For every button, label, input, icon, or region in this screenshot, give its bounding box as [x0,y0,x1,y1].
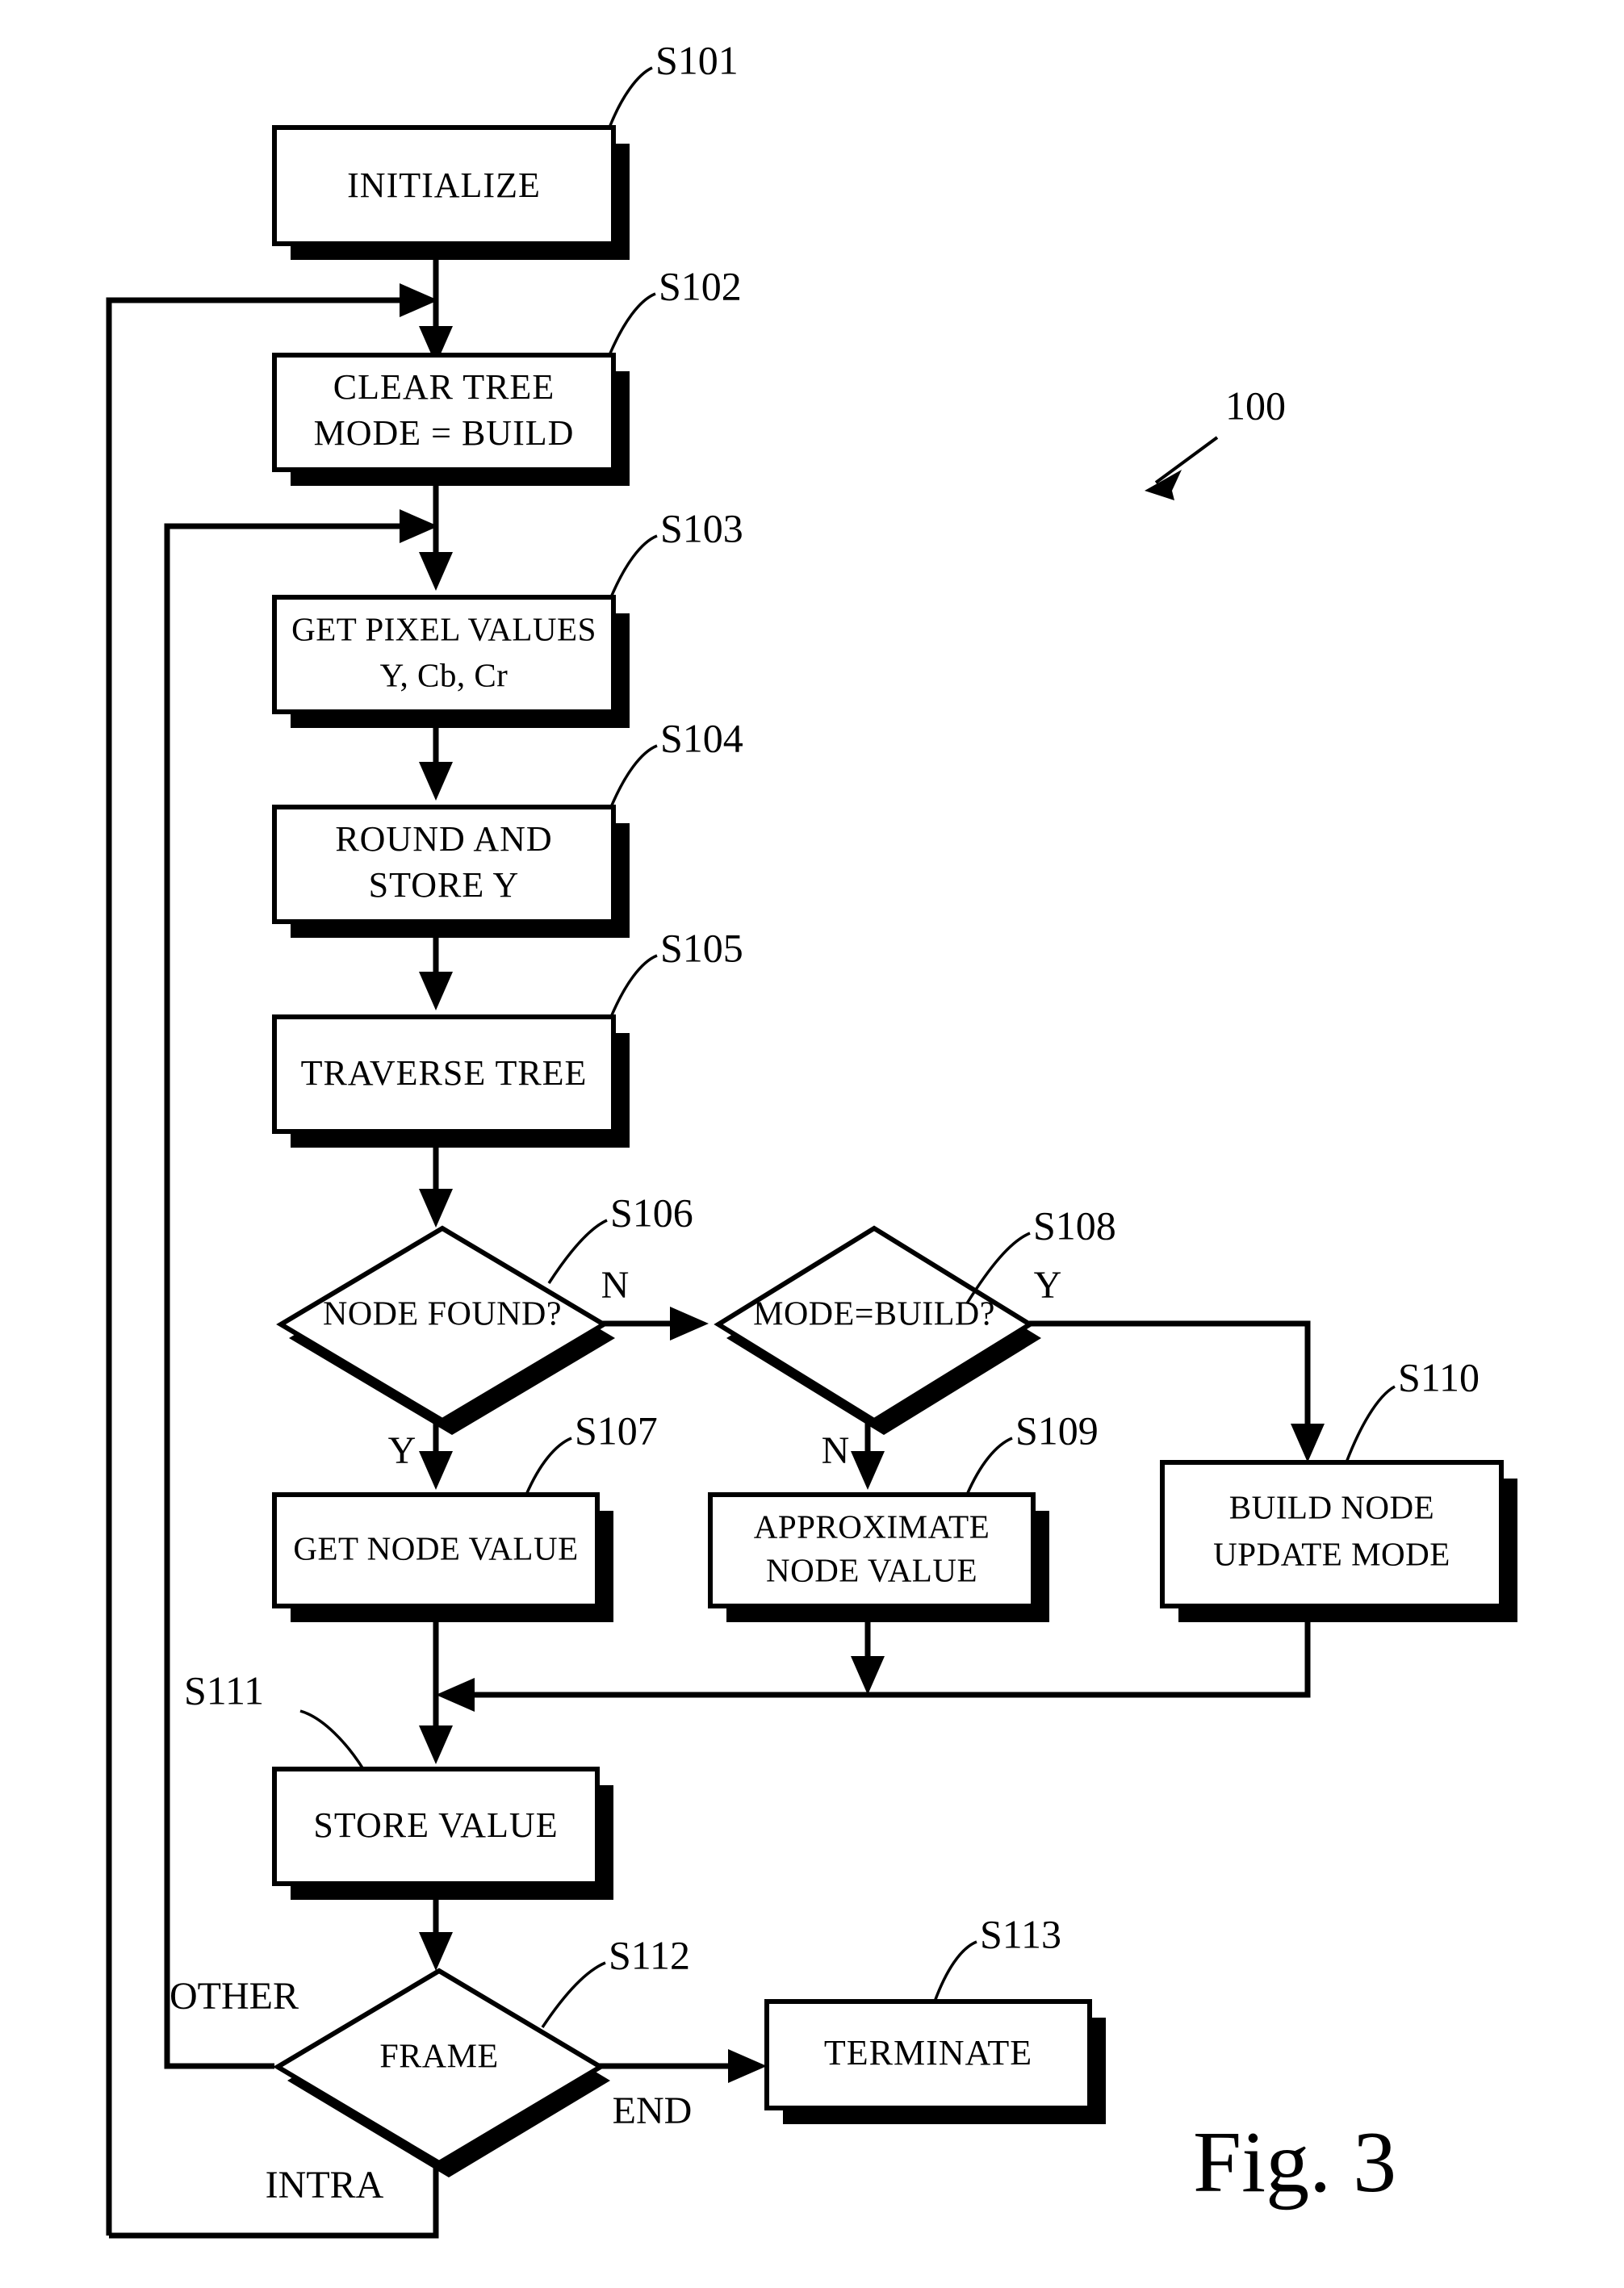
ref-s104-text: S104 [660,715,743,760]
ref-s101-text: S101 [655,37,739,82]
node-s104[interactable]: ROUND AND STORE Y [272,805,630,938]
branch-label-s108-no: N [822,1429,850,1472]
arrowhead-intra-loop [400,283,438,317]
node-s101[interactable]: INITIALIZE [272,125,630,260]
node-s105[interactable]: TRAVERSE TREE [272,1014,630,1148]
ref-s107: S107 [525,1408,658,1495]
arrowhead-s106-s108 [670,1307,709,1341]
node-s109[interactable]: APPROXIMATE NODE VALUE [708,1492,1049,1622]
ref-s110: S110 [1345,1354,1480,1463]
ref-s109-text: S109 [1015,1408,1099,1453]
branch-label-s106-no: N [601,1264,630,1307]
ref-s103: S103 [609,505,743,598]
node-s102[interactable]: CLEAR TREE MODE = BUILD [272,353,630,486]
node-s103-label-1: GET PIXEL VALUES [291,610,596,647]
ref-s102: S102 [608,263,742,356]
node-s109-label-1: APPROXIMATE [754,1508,990,1545]
arrowhead-s106-s107 [419,1451,453,1490]
ref-s105-text: S105 [660,925,743,970]
branch-label-s112-end: END [613,2089,693,2132]
system-ref-100: 100 [1145,383,1286,500]
arrowhead-s104-s105 [419,972,453,1010]
node-s110-box [1160,1460,1504,1608]
ref-s111-leader [299,1709,365,1770]
ref-s106-leader [547,1219,608,1284]
system-ref-100-text: 100 [1225,383,1286,428]
ref-s109: S109 [965,1408,1099,1495]
arrowhead-s111-s112 [419,1932,453,1971]
node-s101-label: INITIALIZE [347,165,541,205]
arrowhead-s103-s104 [419,762,453,801]
ref-s112: S112 [541,1932,690,2028]
ref-s107-text: S107 [575,1408,658,1453]
node-s109-label-2: NODE VALUE [766,1551,977,1588]
arrowhead-merge-s111 [419,1725,453,1764]
node-s105-label: TRAVERSE TREE [301,1053,588,1093]
ref-s101: S101 [608,37,739,128]
ref-s113-leader [933,1940,977,2002]
system-ref-100-pointer [1154,436,1219,484]
node-s113[interactable]: TERMINATE [764,1999,1106,2124]
arrowhead-s108-s109 [851,1451,885,1490]
node-s110[interactable]: BUILD NODE UPDATE MODE [1160,1460,1517,1622]
arrowhead-s102-s103 [419,552,453,591]
ref-s105: S105 [609,925,743,1018]
node-s113-label: TERMINATE [824,2033,1032,2073]
system-ref-100-arrowhead [1145,470,1182,500]
arrowhead-s108-s110 [1291,1424,1325,1462]
branch-label-s112-intra: INTRA [266,2164,384,2206]
node-s107[interactable]: GET NODE VALUE [272,1492,613,1622]
ref-s108-text: S108 [1033,1203,1116,1248]
branch-label-s106-yes: Y [388,1429,416,1472]
ref-s109-leader [965,1437,1013,1495]
node-s106-label: NODE FOUND? [323,1296,562,1333]
edge-s112-other [164,2024,274,2069]
ref-s113: S113 [933,1911,1061,2002]
node-s103-label-2: Y, Cb, Cr [380,656,509,693]
arrowhead-other-loop [400,509,438,543]
node-s104-label-2: STORE Y [369,865,520,905]
ref-s104: S104 [609,715,743,808]
node-s103[interactable]: GET PIXEL VALUES Y, Cb, Cr [272,595,630,728]
ref-s107-leader [525,1437,572,1495]
flowchart-canvas: INITIALIZE S101 CLEAR TREE MODE = BUILD … [106,37,1517,2239]
ref-s110-leader [1345,1385,1396,1463]
node-s110-label-1: BUILD NODE [1229,1488,1434,1525]
ref-s102-leader [608,292,656,356]
ref-s103-leader [609,534,658,598]
branch-label-s108-yes: Y [1034,1264,1062,1307]
ref-s105-leader [609,954,658,1018]
arrowhead-s109-merge [851,1656,885,1695]
node-s108[interactable]: MODE=BUILD? [714,1225,1041,1435]
ref-s112-leader [541,1961,606,2028]
node-s102-label-2: MODE = BUILD [314,413,575,453]
ref-s103-text: S103 [660,505,743,550]
node-s111-label: STORE VALUE [313,1805,558,1845]
node-s111[interactable]: STORE VALUE [272,1767,613,1900]
node-s110-label-2: UPDATE MODE [1213,1535,1450,1572]
node-s107-label: GET NODE VALUE [293,1529,578,1566]
node-s104-label-1: ROUND AND [335,819,552,859]
ref-s111: S111 [184,1667,365,1770]
ref-s110-text: S110 [1398,1354,1480,1399]
figure-sheet: INITIALIZE S101 CLEAR TREE MODE = BUILD … [0,0,1624,2288]
figure-caption: Fig. 3 [1193,2114,1396,2211]
ref-s102-text: S102 [659,263,742,308]
node-s108-label: MODE=BUILD? [753,1296,995,1333]
branch-label-s112-other: OTHER [170,1975,299,2018]
node-s112-label: FRAME [379,2039,498,2076]
arrowhead-s105-s106 [419,1189,453,1228]
arrowhead-s112-s113 [728,2049,767,2083]
ref-s112-text: S112 [609,1932,690,1977]
node-s102-label-1: CLEAR TREE [333,367,555,407]
arrowhead-merge-bus [436,1678,475,1712]
ref-s113-text: S113 [980,1911,1061,1956]
ref-s106-text: S106 [610,1190,693,1235]
ref-s111-text: S111 [184,1667,264,1713]
ref-s101-leader [608,66,653,128]
ref-s104-leader [609,744,658,808]
